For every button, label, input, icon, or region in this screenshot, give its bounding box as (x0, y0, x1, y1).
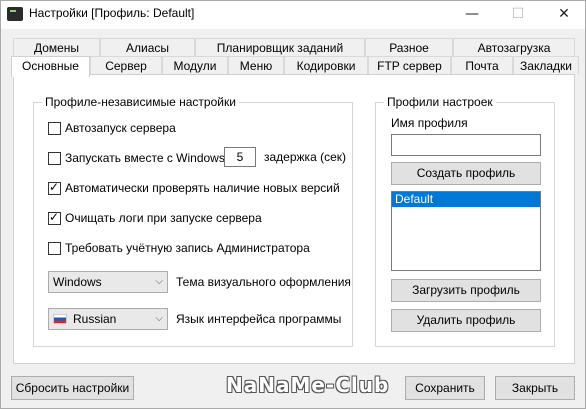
maximize-button[interactable]: ☐ (495, 1, 541, 29)
clear-logs-checkbox[interactable] (48, 210, 61, 225)
tab-aliases[interactable]: Алиасы (100, 38, 195, 57)
tab-menu[interactable]: Меню (228, 56, 284, 75)
require-admin-label: Требовать учётную запись Администратора (65, 241, 310, 255)
window-title: Настройки [Профиль: Default] (29, 6, 195, 20)
tab-domains[interactable]: Домены (13, 38, 100, 57)
language-label: Язык интерфейса программы (176, 312, 342, 326)
tab-encodings[interactable]: Кодировки (284, 56, 368, 75)
theme-select[interactable]: Windows ⌵ (48, 271, 168, 293)
tab-content-general: Профиле-независимые настройки Автозапуск… (13, 74, 575, 364)
chevron-down-icon: ⌵ (155, 313, 163, 324)
require-admin-checkbox[interactable] (48, 241, 61, 255)
russian-flag-icon (53, 314, 67, 324)
autostart-label: Автозапуск сервера (65, 121, 176, 135)
start-with-windows-option[interactable]: Запускать вместе с Windows (48, 150, 225, 166)
tab-misc[interactable]: Разное (365, 38, 453, 57)
clear-logs-option[interactable]: Очищать логи при запуске сервера (48, 210, 262, 226)
terminal-app-icon (7, 7, 23, 21)
tab-row-bottom: Основные Сервер Модули Меню Кодировки FT… (11, 56, 579, 77)
check-updates-label: Автоматически проверять наличие новых ве… (65, 181, 340, 195)
group-title: Профиле-независимые настройки (42, 95, 239, 109)
group-title: Профили настроек (384, 95, 496, 109)
list-item[interactable]: Default (392, 192, 540, 207)
theme-value: Windows (53, 275, 102, 289)
tab-row-top: Домены Алиасы Планировщик заданий Разное… (13, 38, 575, 57)
language-value: Russian (73, 312, 117, 326)
language-select[interactable]: Russian ⌵ (48, 308, 168, 330)
independent-settings-group: Профиле-независимые настройки Автозапуск… (33, 95, 353, 347)
profile-list[interactable]: Default (391, 191, 541, 271)
save-button[interactable]: Сохранить (405, 376, 485, 400)
watermark-text: NaNaMe-Club (226, 373, 390, 397)
tab-bookmarks[interactable]: Закладки (513, 56, 579, 75)
title-bar[interactable]: Настройки [Профиль: Default] — ☐ ✕ (1, 1, 585, 29)
profile-name-label: Имя профиля (391, 116, 468, 130)
delete-profile-button[interactable]: Удалить профиль (391, 309, 541, 332)
chevron-down-icon: ⌵ (155, 276, 163, 287)
start-with-windows-label: Запускать вместе с Windows (65, 151, 225, 165)
check-updates-option[interactable]: Автоматически проверять наличие новых ве… (48, 180, 340, 196)
close-window-button[interactable]: ✕ (541, 1, 586, 29)
tab-server[interactable]: Сервер (90, 56, 162, 75)
reset-settings-button[interactable]: Сбросить настройки (11, 376, 134, 400)
start-with-windows-checkbox[interactable] (48, 151, 61, 165)
tab-autoload[interactable]: Автозагрузка (453, 38, 575, 57)
profiles-group: Профили настроек Имя профиля Создать про… (375, 95, 555, 347)
tab-general[interactable]: Основные (11, 56, 90, 77)
close-button[interactable]: Закрыть (495, 376, 575, 400)
delay-input[interactable]: 5 (224, 147, 256, 167)
tab-ftp-server[interactable]: FTP сервер (368, 56, 451, 75)
tab-mail[interactable]: Почта (451, 56, 513, 75)
clear-logs-label: Очищать логи при запуске сервера (65, 211, 262, 225)
settings-window: Настройки [Профиль: Default] — ☐ ✕ Домен… (0, 0, 586, 409)
minimize-button[interactable]: — (449, 1, 495, 29)
profile-name-input[interactable] (391, 134, 541, 156)
check-updates-checkbox[interactable] (48, 180, 61, 195)
require-admin-option[interactable]: Требовать учётную запись Администратора (48, 240, 310, 256)
tab-scheduler[interactable]: Планировщик заданий (195, 38, 365, 57)
autostart-option[interactable]: Автозапуск сервера (48, 120, 176, 136)
tab-modules[interactable]: Модули (162, 56, 228, 75)
theme-label: Тема визуального оформления (176, 275, 351, 289)
delay-label: задержка (сек) (264, 150, 346, 164)
autostart-checkbox[interactable] (48, 121, 61, 135)
load-profile-button[interactable]: Загрузить профиль (391, 279, 541, 302)
create-profile-button[interactable]: Создать профиль (391, 162, 541, 185)
